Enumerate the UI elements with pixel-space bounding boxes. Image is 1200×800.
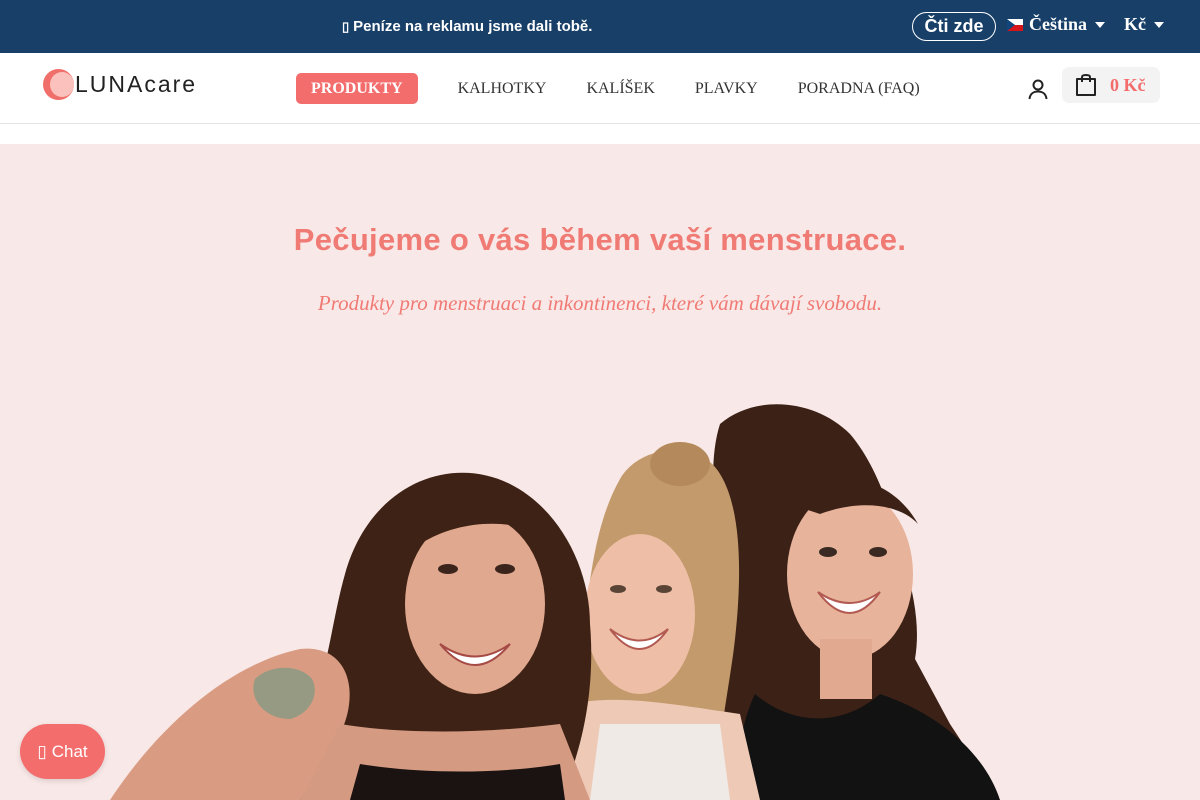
hero-section: Pečujeme o vás během vaší menstruace. Pr… (0, 144, 1200, 800)
chat-button[interactable]: ▯ Chat (20, 724, 105, 779)
hero-subtitle: Produkty pro menstruaci a inkontinenci, … (317, 291, 883, 315)
cart-button[interactable]: 0 Kč (1062, 67, 1160, 103)
announcement-message: ▯ Peníze na reklamu jsme dali tobě. (342, 18, 592, 35)
site-header: LUNAcare PRODUKTY KALHOTKY KALÍŠEK PLAVK… (0, 53, 1200, 124)
read-more-button[interactable]: Čti zde (912, 12, 996, 41)
currency-label: Kč (1124, 14, 1146, 34)
nav-kalisek[interactable]: KALÍŠEK (586, 73, 654, 104)
gift-icon: ▯ (342, 18, 350, 34)
moon-logo-icon (43, 69, 74, 100)
nav-kalhotky[interactable]: KALHOTKY (458, 73, 547, 104)
three-smiling-women-photo (110, 404, 1000, 800)
currency-selector[interactable]: Kč (1124, 14, 1164, 35)
nav-plavky[interactable]: PLAVKY (695, 73, 758, 104)
shopping-bag-icon (1076, 73, 1096, 96)
cart-total: 0 Kč (1110, 74, 1146, 95)
nav-produkty[interactable]: PRODUKTY (296, 73, 418, 104)
cz-flag-icon (1007, 18, 1023, 31)
nav-poradna[interactable]: PORADNA (FAQ) (798, 73, 920, 104)
language-label: Čeština (1029, 14, 1087, 34)
chevron-down-icon (1154, 21, 1164, 28)
main-nav: PRODUKTY KALHOTKY KALÍŠEK PLAVKY PORADNA… (296, 73, 920, 104)
logo[interactable]: LUNAcare (43, 69, 197, 100)
announcement-bar: ▯ Peníze na reklamu jsme dali tobě. Čti … (0, 0, 1200, 53)
hero-title: Pečujeme o vás během vaší menstruace. (293, 222, 907, 257)
language-selector[interactable]: Čeština (1007, 14, 1105, 35)
chevron-down-icon (1095, 21, 1105, 28)
announcement-text: Peníze na reklamu jsme dali tobě. (353, 18, 593, 35)
chat-label: Chat (51, 741, 88, 761)
chat-icon: ▯ (37, 741, 47, 761)
logo-text: LUNAcare (75, 71, 198, 97)
user-icon[interactable] (1026, 77, 1050, 101)
